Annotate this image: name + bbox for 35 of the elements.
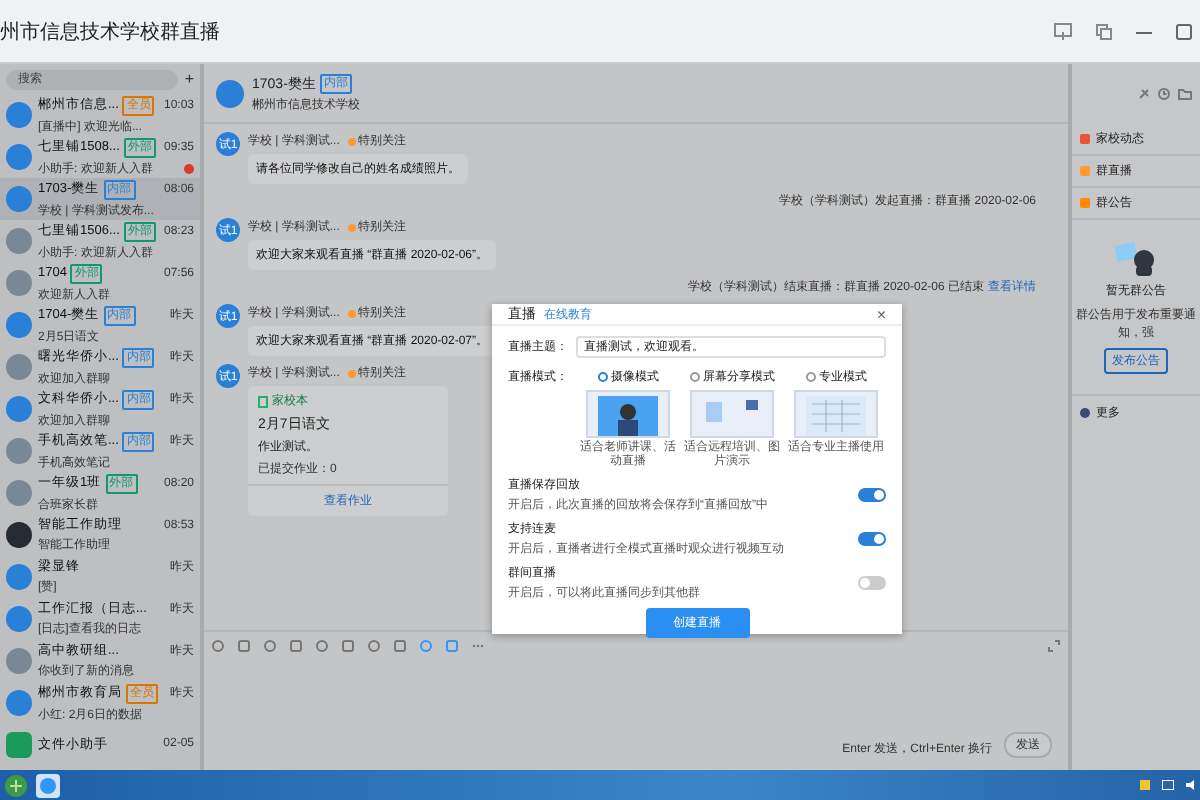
start-orb-icon[interactable] (4, 773, 28, 797)
expand-icon[interactable] (1048, 639, 1060, 651)
close-button[interactable]: × (876, 305, 886, 323)
notebook-icon (258, 395, 268, 407)
avatar (6, 606, 32, 632)
toggle-switch[interactable] (858, 532, 886, 546)
avatar (6, 102, 32, 128)
avatar (6, 396, 32, 422)
maximize-icon[interactable] (1176, 23, 1192, 39)
cat-mascot-drawing (1114, 240, 1158, 276)
more-icon[interactable] (472, 639, 484, 651)
app-icon[interactable] (36, 773, 60, 797)
photo-placeholder (6, 438, 32, 464)
avatar (216, 79, 244, 107)
avatar (6, 522, 32, 548)
avatar (6, 564, 32, 590)
window-title: 州市信息技术学校群直播 (0, 19, 222, 45)
mode-preview-drawing (690, 390, 774, 438)
photo-placeholder (6, 480, 32, 506)
add-button[interactable]: + (184, 69, 194, 89)
screen-icon[interactable] (1054, 22, 1072, 40)
avatar (6, 186, 32, 212)
photo-placeholder (6, 270, 32, 296)
avatar (6, 144, 32, 170)
photo-placeholder (6, 648, 32, 674)
photo-placeholder (6, 354, 32, 380)
speaker-icon[interactable] (1186, 780, 1196, 790)
copy-icon[interactable] (1096, 23, 1112, 39)
mode-preview-drawing (586, 390, 670, 438)
toggle-switch[interactable] (858, 576, 886, 590)
avatar (6, 690, 32, 716)
mode-preview-drawing (794, 390, 878, 438)
avatar (6, 312, 32, 338)
toggle-switch[interactable] (858, 488, 886, 502)
photo-placeholder (6, 228, 32, 254)
